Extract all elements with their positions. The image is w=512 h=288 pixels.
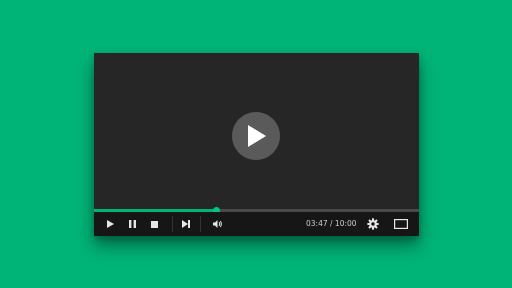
- play-icon: [106, 220, 114, 228]
- settings-button[interactable]: [364, 212, 382, 236]
- skip-next-icon: [182, 220, 190, 228]
- fullscreen-button[interactable]: [390, 212, 412, 236]
- divider: [200, 216, 201, 232]
- control-bar: 03:47 / 10:00: [94, 212, 419, 236]
- video-area[interactable]: [94, 53, 419, 209]
- current-time: 03:47: [306, 219, 328, 228]
- divider: [172, 216, 173, 232]
- time-display: 03:47 / 10:00: [306, 212, 357, 236]
- fullscreen-icon: [394, 219, 408, 229]
- time-separator: /: [327, 219, 335, 228]
- volume-icon: [213, 220, 223, 228]
- play-button[interactable]: [101, 212, 119, 236]
- play-icon: [246, 125, 266, 147]
- big-play-button[interactable]: [232, 112, 280, 160]
- volume-button[interactable]: [209, 212, 227, 236]
- gear-icon: [367, 218, 379, 230]
- pause-button[interactable]: [123, 212, 141, 236]
- duration: 10:00: [334, 219, 357, 228]
- stop-button[interactable]: [145, 212, 163, 236]
- stop-icon: [150, 220, 158, 228]
- pause-icon: [128, 220, 136, 228]
- video-player: 03:47 / 10:00: [94, 53, 419, 236]
- next-button[interactable]: [177, 212, 195, 236]
